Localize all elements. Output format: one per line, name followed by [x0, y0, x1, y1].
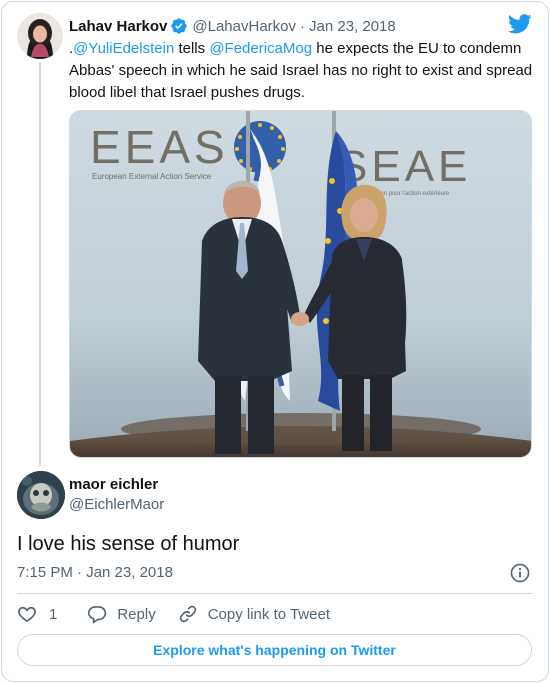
- mention-federicamog[interactable]: @FedericaMog: [209, 40, 312, 57]
- verified-badge-icon: [171, 18, 188, 34]
- reply-label: Reply: [117, 605, 156, 623]
- copy-link-action[interactable]: Copy link to Tweet: [178, 604, 330, 624]
- divider: [17, 593, 532, 594]
- reply-tweet-text: I love his sense of humor: [17, 533, 240, 555]
- thread-line: [39, 62, 41, 466]
- info-icon[interactable]: [510, 563, 530, 583]
- parent-author-avatar[interactable]: [17, 13, 63, 59]
- parent-tweet-header: Lahav Harkov @LahavHarkov · Jan 23, 2018: [69, 16, 396, 36]
- twitter-bird-icon[interactable]: [508, 14, 532, 34]
- like-count: 1: [49, 605, 58, 623]
- reply-author-avatar[interactable]: [17, 471, 65, 519]
- mention-yuliedelstein[interactable]: @YuliEdelstein: [73, 40, 174, 57]
- tweet-photo[interactable]: EEAS European External Action Service SE…: [69, 110, 532, 458]
- copy-link-label: Copy link to Tweet: [207, 605, 330, 623]
- reply-author-name[interactable]: maor eichler: [69, 476, 158, 493]
- parent-tweet-date[interactable]: Jan 23, 2018: [309, 18, 396, 35]
- heart-icon: [18, 606, 36, 623]
- tweet-actions-bar: 1 Reply Copy link to Tweet: [17, 603, 330, 625]
- tweet-timestamp[interactable]: 7:15 PM · Jan 23, 2018: [17, 564, 173, 581]
- reply-bubble-icon: [88, 606, 107, 624]
- parent-tweet-text: .@YuliEdelstein tells @FedericaMog he ex…: [69, 38, 535, 104]
- separator-dot: ·: [300, 17, 305, 35]
- reply-action[interactable]: Reply: [87, 604, 156, 624]
- parent-author-handle[interactable]: @LahavHarkov: [192, 18, 296, 35]
- text-middle: tells: [174, 40, 210, 57]
- reply-author-handle[interactable]: @EichlerMaor: [69, 496, 164, 513]
- like-action[interactable]: 1: [17, 604, 57, 624]
- parent-author-name[interactable]: Lahav Harkov: [69, 18, 167, 35]
- link-icon: [179, 605, 196, 623]
- explore-twitter-button[interactable]: Explore what's happening on Twitter: [17, 634, 532, 666]
